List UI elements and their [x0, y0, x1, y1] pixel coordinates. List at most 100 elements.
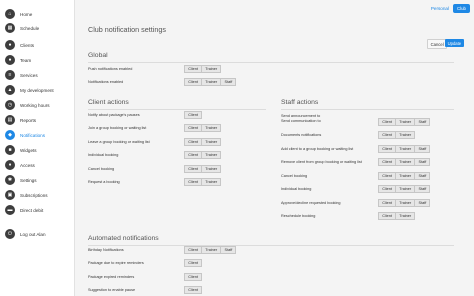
trainer-toggle[interactable]: Trainer	[202, 178, 222, 186]
divider	[88, 245, 454, 246]
client-toggle[interactable]: Client	[184, 65, 203, 73]
sidebar-item-label: Team	[20, 57, 32, 63]
client-toggle[interactable]: Client	[184, 246, 203, 254]
recipient-toggle-group: Client Trainer Staff	[378, 145, 431, 153]
client-toggle[interactable]: Client	[184, 78, 203, 86]
client-toggle[interactable]: Client	[184, 151, 203, 159]
trainer-toggle[interactable]: Trainer	[202, 151, 222, 159]
section-title-staff-actions: Staff actions	[281, 99, 319, 106]
sidebar-item-notifications[interactable]: ◆ Notifications	[5, 130, 73, 140]
club-button[interactable]: Club	[452, 4, 470, 13]
sidebar-item-schedule[interactable]: ▦ Schedule	[5, 23, 73, 33]
setting-label: Suggestion to enable pause	[88, 288, 136, 292]
recipient-toggle-group: Client Trainer	[184, 65, 222, 73]
sidebar-item-services[interactable]: ≡ Services	[5, 70, 73, 80]
sidebar-item-label: Services	[20, 72, 38, 78]
staff-toggle[interactable]: Staff	[415, 158, 431, 166]
client-toggle[interactable]: Client	[184, 273, 203, 281]
staff-toggle[interactable]: Staff	[415, 118, 431, 126]
recipient-toggle-group: Client Trainer	[184, 124, 222, 132]
trainer-toggle[interactable]: Trainer	[396, 212, 416, 220]
update-button[interactable]: Update	[445, 39, 464, 48]
recipient-toggle-group: Client Trainer	[378, 131, 416, 139]
trainer-toggle[interactable]: Trainer	[396, 199, 416, 207]
trainer-toggle[interactable]: Trainer	[396, 158, 416, 166]
divider	[88, 62, 454, 63]
staff-toggle[interactable]: Staff	[415, 199, 431, 207]
home-icon: ⌂	[5, 9, 15, 19]
trainer-toggle[interactable]: Trainer	[202, 78, 222, 86]
setting-label: Leave a group booking or waiting list	[88, 140, 150, 144]
trainer-toggle[interactable]: Trainer	[396, 185, 416, 193]
card-icon: ▬	[5, 205, 15, 215]
sidebar-item-direct-debit[interactable]: ▬ Direct debit	[5, 205, 73, 215]
recipient-toggle-group: Client Trainer	[184, 138, 222, 146]
trainer-toggle[interactable]: Trainer	[202, 165, 222, 173]
client-toggle[interactable]: Client	[378, 158, 397, 166]
services-icon: ≡	[5, 70, 15, 80]
trainer-toggle[interactable]: Trainer	[396, 172, 416, 180]
client-toggle[interactable]: Client	[184, 178, 203, 186]
sidebar-item-label: Home	[20, 11, 33, 17]
section-title-automated: Automated notifications	[88, 235, 159, 242]
recipient-toggle-group: Client Trainer Staff	[184, 246, 237, 254]
setting-label: Request a booking	[88, 180, 120, 184]
sidebar-item-label: Notifications	[20, 132, 46, 138]
client-toggle[interactable]: Client	[184, 259, 203, 267]
sidebar-item-clients[interactable]: ● Clients	[5, 40, 73, 50]
sidebar-item-team[interactable]: ● Team	[5, 55, 73, 65]
divider	[88, 109, 266, 110]
recipient-toggle-group: Client Trainer	[184, 151, 222, 159]
trainer-toggle[interactable]: Trainer	[202, 138, 222, 146]
sidebar: ⌂ Home ▦ Schedule ● Clients ● Team ≡ Services ▲ My …	[0, 0, 75, 296]
client-toggle[interactable]: Client	[378, 212, 397, 220]
sidebar-item-label: Direct debit	[20, 207, 44, 213]
client-toggle[interactable]: Client	[184, 138, 203, 146]
sidebar-item-settings[interactable]: ✱ Settings	[5, 175, 73, 185]
staff-toggle[interactable]: Staff	[415, 185, 431, 193]
personal-link[interactable]: Personal	[431, 6, 449, 11]
sidebar-item-access[interactable]: ♦ Access	[5, 160, 73, 170]
client-toggle[interactable]: Client	[184, 124, 203, 132]
staff-toggle[interactable]: Staff	[415, 172, 431, 180]
client-toggle[interactable]: Client	[378, 131, 397, 139]
sidebar-item-label: Settings	[20, 177, 37, 183]
subscription-icon: ▣	[5, 190, 15, 200]
client-toggle[interactable]: Client	[184, 111, 203, 119]
client-toggle[interactable]: Client	[378, 145, 397, 153]
client-toggle[interactable]: Client	[184, 165, 203, 173]
sidebar-item-log-out-alan[interactable]: ⏻ Log out Alan	[5, 229, 73, 239]
client-toggle[interactable]: Client	[378, 118, 397, 126]
trainer-toggle[interactable]: Trainer	[202, 124, 222, 132]
setting-label: Birthday Notifications	[88, 248, 124, 252]
section-title-client-actions: Client actions	[88, 99, 129, 106]
client-toggle[interactable]: Client	[378, 172, 397, 180]
sidebar-item-subscriptions[interactable]: ▣ Subscriptions	[5, 190, 73, 200]
client-toggle[interactable]: Client	[184, 286, 203, 294]
sidebar-item-home[interactable]: ⌂ Home	[5, 9, 73, 19]
sidebar-item-my-development[interactable]: ▲ My development	[5, 85, 73, 95]
setting-label: Push notifications enabled	[88, 67, 133, 71]
setting-label: Remove client from group booking or wait…	[281, 160, 362, 164]
sidebar-item-label: Widgets	[20, 147, 37, 153]
staff-toggle[interactable]: Staff	[221, 246, 237, 254]
trainer-toggle[interactable]: Trainer	[396, 131, 416, 139]
trainer-toggle[interactable]: Trainer	[202, 65, 222, 73]
sidebar-item-working-hours[interactable]: ◷ Working hours	[5, 100, 73, 110]
staff-toggle[interactable]: Staff	[221, 78, 237, 86]
sidebar-item-label: Access	[20, 162, 35, 168]
sidebar-item-widgets[interactable]: ■ Widgets	[5, 145, 73, 155]
client-toggle[interactable]: Client	[378, 199, 397, 207]
trainer-toggle[interactable]: Trainer	[202, 246, 222, 254]
staff-toggle[interactable]: Staff	[415, 145, 431, 153]
sidebar-item-label: My development	[20, 87, 54, 93]
logout-icon: ⏻	[5, 229, 15, 239]
clock-icon: ◷	[5, 100, 15, 110]
trainer-toggle[interactable]: Trainer	[396, 118, 416, 126]
sidebar-item-reports[interactable]: ▤ Reports	[5, 115, 73, 125]
client-toggle[interactable]: Client	[378, 185, 397, 193]
setting-label: Notifications enabled	[88, 80, 124, 84]
setting-label: Reschedule booking	[281, 214, 316, 218]
trainer-toggle[interactable]: Trainer	[396, 145, 416, 153]
sidebar-item-label: Subscriptions	[20, 192, 48, 198]
